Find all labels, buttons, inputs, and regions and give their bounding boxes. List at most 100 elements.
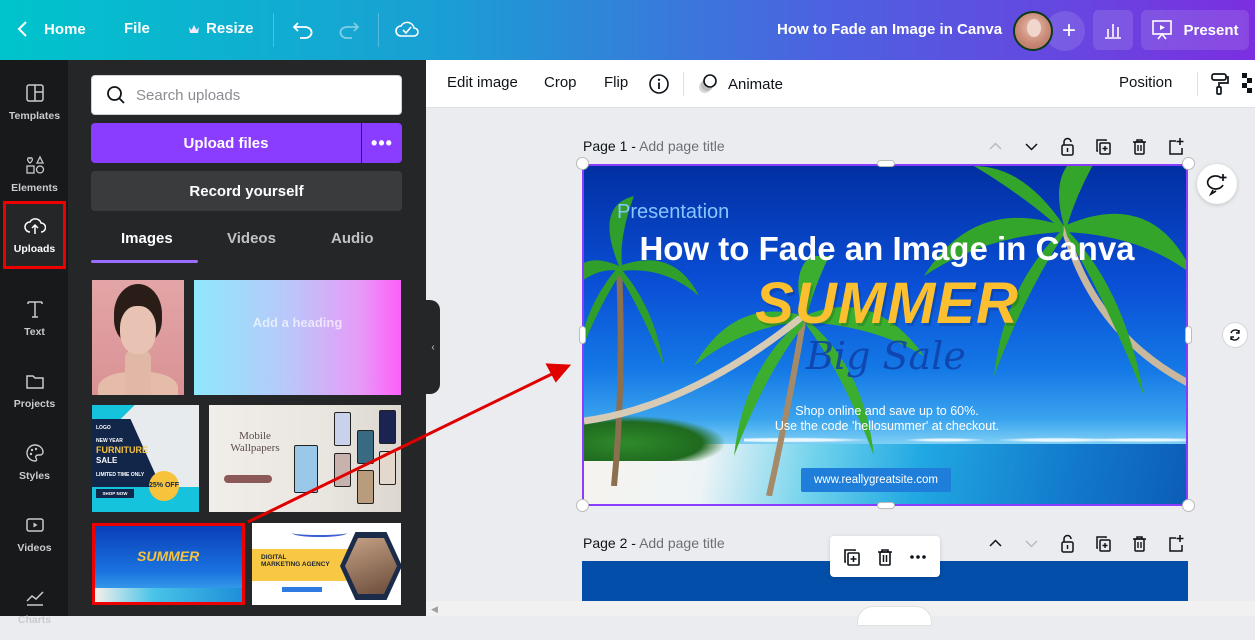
beach-strip	[95, 588, 242, 602]
move-down-icon[interactable]	[1022, 534, 1041, 553]
resize-button[interactable]: Resize	[188, 20, 254, 37]
add-page-icon[interactable]	[1166, 137, 1185, 156]
page-title-input[interactable]: Add page title	[639, 535, 725, 551]
page-title-input[interactable]: Add page title	[639, 138, 725, 154]
canvas-big-sale-script[interactable]: Big Sale	[806, 334, 966, 378]
file-menu-button[interactable]: File	[124, 20, 150, 37]
tab-images[interactable]: Images	[121, 230, 173, 247]
transparency-icon[interactable]	[1242, 73, 1255, 95]
more-options-button[interactable]: •••	[362, 123, 402, 163]
nav-styles[interactable]: Styles	[3, 428, 66, 496]
present-label: Present	[1183, 21, 1239, 39]
canvas-summer-heading[interactable]: SUMMER	[584, 270, 1186, 337]
flip-button[interactable]: Flip	[604, 74, 628, 91]
page-number: Page 2 -	[583, 535, 636, 551]
resize-handle-top-right[interactable]	[1182, 157, 1195, 170]
nav-elements[interactable]: Elements	[3, 140, 66, 208]
canvas-body-text[interactable]: Shop online and save up to 60%. Use the …	[584, 404, 1186, 434]
animate-icon	[699, 74, 717, 93]
duplicate-page-icon[interactable]	[1094, 534, 1113, 553]
resize-handle-right[interactable]	[1185, 326, 1192, 344]
edit-image-button[interactable]: Edit image	[447, 74, 518, 91]
insights-button[interactable]	[1093, 10, 1133, 50]
resize-handle-top-left[interactable]	[576, 157, 589, 170]
upload-thumbnail-portrait[interactable]	[92, 280, 184, 395]
upload-thumbnail-gradient[interactable]: Add a heading	[194, 280, 401, 395]
nav-templates[interactable]: Templates	[3, 68, 66, 136]
unlock-icon[interactable]	[1058, 534, 1077, 553]
collapse-panel-handle[interactable]: ‹	[426, 300, 440, 394]
canvas-title[interactable]: How to Fade an Image in Canva	[584, 230, 1186, 268]
horizontal-scrollbar[interactable]: ◀	[426, 601, 1255, 616]
delete-page-icon[interactable]	[1130, 534, 1149, 553]
home-label: Home	[44, 20, 86, 38]
divider	[1197, 72, 1198, 96]
more-horizontal-icon[interactable]	[908, 547, 928, 567]
canvas-presentation-label[interactable]: Presentation	[617, 201, 729, 224]
trash-icon[interactable]	[875, 547, 895, 567]
move-down-icon[interactable]	[1022, 137, 1041, 156]
crop-button[interactable]: Crop	[544, 74, 577, 91]
furniture-line3: SALE	[96, 456, 118, 465]
tab-videos[interactable]: Videos	[227, 230, 276, 247]
position-button[interactable]: Position	[1119, 74, 1172, 91]
nav-charts[interactable]: Charts	[3, 572, 66, 640]
comment-add-icon	[1206, 174, 1227, 196]
cloud-saved-icon[interactable]	[395, 19, 419, 39]
rotate-handle[interactable]	[1222, 322, 1248, 348]
upload-thumbnail-mobile-wallpapers[interactable]: Mobile Wallpapers	[209, 405, 401, 512]
resize-handle-bottom-right[interactable]	[1182, 499, 1195, 512]
home-button[interactable]: Home	[16, 20, 86, 38]
nav-label: Uploads	[13, 243, 56, 255]
search-box[interactable]	[91, 75, 402, 115]
upload-thumbnail-digital-marketing[interactable]: DIGITAL MARKETING AGENCY	[252, 523, 401, 605]
scroll-left-icon[interactable]: ◀	[431, 604, 438, 615]
user-avatar[interactable]	[1013, 11, 1053, 51]
discount-badge: 25% OFF	[149, 471, 179, 501]
upload-thumbnail-summer-sale[interactable]: SUMMER	[92, 523, 245, 605]
undo-icon[interactable]	[292, 20, 314, 40]
delete-page-icon[interactable]	[1130, 137, 1149, 156]
paint-roller-icon[interactable]	[1209, 72, 1231, 96]
body-line-1: Shop online and save up to 60%.	[795, 404, 979, 418]
nav-text[interactable]: Text	[3, 284, 66, 352]
furniture-line4: LIMITED TIME ONLY	[96, 472, 145, 478]
redo-icon[interactable]	[338, 20, 360, 40]
present-button[interactable]: Present	[1141, 10, 1249, 50]
notes-expand-tab[interactable]	[857, 606, 932, 626]
record-yourself-button[interactable]: Record yourself	[91, 171, 402, 211]
nav-label: Templates	[8, 110, 61, 122]
resize-handle-top[interactable]	[877, 160, 895, 167]
move-up-icon[interactable]	[986, 534, 1005, 553]
canvas-url-button[interactable]: www.reallygreatsite.com	[801, 468, 951, 492]
info-icon[interactable]	[648, 73, 670, 95]
furniture-logo: LOGO	[96, 425, 111, 431]
animate-button[interactable]: Animate	[696, 72, 783, 96]
duplicate-icon[interactable]	[842, 547, 862, 567]
wallpapers-title: Mobile Wallpapers	[230, 430, 280, 454]
duplicate-page-icon[interactable]	[1094, 137, 1113, 156]
active-tab-indicator	[91, 260, 198, 263]
nav-projects[interactable]: Projects	[3, 356, 66, 424]
nav-videos[interactable]: Videos	[3, 500, 66, 568]
upload-files-button[interactable]: Upload files	[91, 123, 361, 163]
resize-handle-left[interactable]	[579, 326, 586, 344]
design-canvas-page-1[interactable]: Presentation How to Fade an Image in Can…	[582, 164, 1188, 506]
rotate-icon	[1230, 329, 1240, 341]
portrait-neck	[125, 350, 151, 395]
document-title[interactable]: How to Fade an Image in Canva	[777, 21, 1002, 38]
add-comment-button[interactable]	[1197, 164, 1237, 204]
nav-uploads[interactable]: Uploads	[3, 201, 66, 269]
resize-handle-bottom-left[interactable]	[576, 499, 589, 512]
left-nav: Templates Elements Uploads Text Projects…	[0, 60, 68, 626]
move-up-icon[interactable]	[986, 137, 1005, 156]
palette-icon	[25, 444, 44, 462]
tab-audio[interactable]: Audio	[331, 230, 374, 247]
resize-handle-bottom[interactable]	[877, 502, 895, 509]
search-input[interactable]	[136, 86, 386, 104]
presentation-icon	[1152, 20, 1173, 40]
unlock-icon[interactable]	[1058, 137, 1077, 156]
upload-thumbnail-furniture-sale[interactable]: LOGO NEW YEAR FURNITURE SALE LIMITED TIM…	[92, 405, 199, 512]
add-page-icon[interactable]	[1166, 534, 1185, 553]
phone-mockup	[334, 453, 351, 487]
